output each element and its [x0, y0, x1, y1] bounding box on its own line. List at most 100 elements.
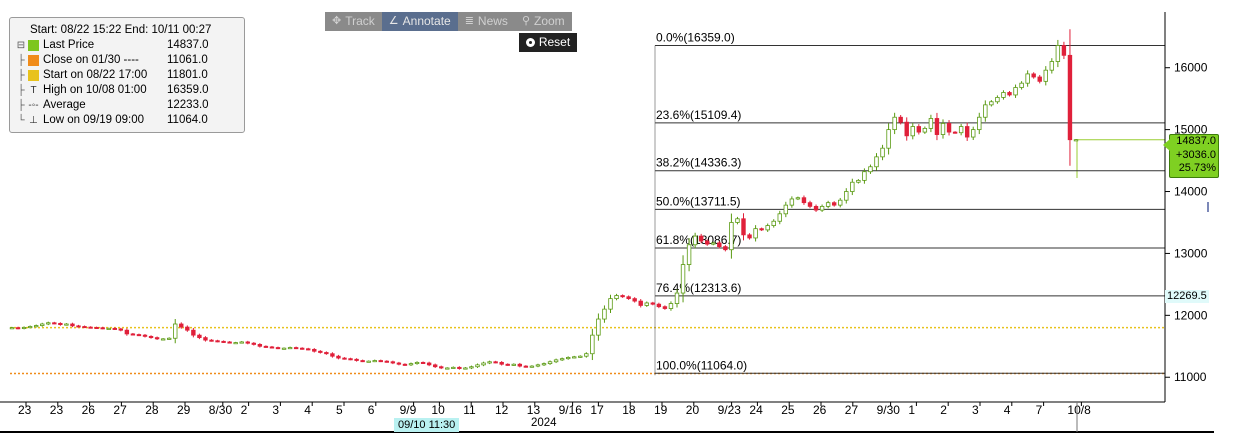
x-tick-label: 3 [272, 403, 279, 417]
candle-body [342, 357, 347, 360]
tree-connector-icon: ├ [17, 85, 25, 96]
candle-body [971, 129, 976, 138]
candle-body [892, 116, 897, 131]
legend-row[interactable]: ├ Start on 08/22 17:00 11801.0 [16, 68, 238, 83]
candle-body [281, 347, 287, 350]
candle-body [922, 127, 928, 133]
fib-level-label: 50.0%(13711.5) [656, 194, 741, 208]
fib-level-label: 100.0%(11064.0) [656, 358, 747, 372]
legend-label: Last Price [43, 39, 95, 51]
candle-body [644, 302, 649, 306]
candle-body [239, 341, 244, 344]
x-tick-label: 3 [972, 403, 979, 417]
x-tick-label: 17 [590, 403, 604, 417]
legend-row[interactable]: ├ -◦- Average 12233.0 [16, 98, 238, 113]
x-tick-label: 26 [813, 403, 827, 417]
tree-connector-icon: ├ [17, 100, 25, 111]
candle-body [656, 303, 662, 308]
legend-row[interactable]: ├ Close on 01/30 ---- 11061.0 [16, 53, 238, 68]
candle-body [686, 244, 692, 265]
candle-body [553, 359, 559, 363]
toolbar-button-track[interactable]: ✥ Track [325, 12, 382, 31]
fibonacci-retracement[interactable]: 0.0%(16359.0) 23.6%(15109.4) 38.2%(14336.3… [654, 30, 1165, 376]
candle-body [118, 328, 124, 331]
reset-button[interactable]: Reset [519, 33, 577, 52]
candle-body [493, 361, 498, 364]
x-tick-label: 24 [749, 403, 763, 417]
legend-row[interactable]: ├ T High on 10/08 01:00 16359.0 [16, 83, 238, 98]
legend-label: Average [43, 99, 86, 111]
candle-body [130, 333, 136, 336]
candle-body [505, 363, 510, 366]
legend-label: Low on 09/19 09:00 [43, 114, 145, 126]
toolbar-button-label: Track [345, 14, 375, 28]
x-tick-label: 10/8 [1067, 403, 1091, 417]
y-tick-label: 13000 [1174, 246, 1208, 260]
candle-body [547, 361, 553, 365]
candle-body [70, 323, 75, 327]
candle-body [1001, 92, 1006, 98]
candle-body [166, 337, 172, 340]
toolbar-button-news[interactable]: ≣ News [458, 12, 515, 31]
legend-row[interactable]: ⊟ Last Price 14837.0 [16, 38, 238, 53]
candle-body [831, 202, 837, 206]
chart-legend[interactable]: Start: 08/22 15:22 End: 10/11 00:27 ⊟ Las… [9, 17, 245, 133]
x-tick-label: 28 [145, 403, 159, 417]
candle-body [916, 126, 922, 133]
legend-row[interactable]: └ ⊥ Low on 09/19 09:00 11064.0 [16, 113, 238, 128]
candle-body [33, 325, 39, 328]
candle-body [154, 337, 160, 340]
candle-body [203, 337, 208, 341]
fib-level-label: 23.6%(15109.4) [656, 108, 741, 122]
candle-body [324, 352, 329, 355]
candle-body [233, 342, 238, 345]
last-price-value: 14837.0 [1176, 135, 1216, 147]
crosshair-icon: ✥ [332, 15, 342, 27]
fib-level-label: 61.8%(13086.7) [656, 233, 741, 247]
x-tick-label: 27 [845, 403, 859, 417]
candle-body [414, 361, 420, 365]
candle-body [995, 97, 1000, 103]
toolbar-button-annotate[interactable]: ∠ Annotate [381, 12, 458, 31]
candle-body [475, 364, 480, 368]
candle-body [529, 365, 535, 368]
candle-body [723, 246, 728, 251]
candle-body [705, 240, 710, 245]
candle-body [602, 308, 607, 320]
candle-body [82, 326, 87, 329]
candle-body [318, 350, 323, 353]
y-tick-label: 14000 [1174, 185, 1208, 199]
candle-body [729, 222, 734, 251]
toolbar-button-zoom[interactable]: ⚲ Zoom [515, 12, 572, 31]
candle-body [898, 116, 903, 123]
tree-connector-icon: ├ [17, 70, 25, 81]
candle-body [136, 334, 142, 337]
candle-body [499, 361, 504, 365]
legend-label: Start on 08/22 17:00 [43, 69, 148, 81]
candle-body [112, 327, 117, 330]
candle-body [457, 366, 462, 369]
candle-body [1061, 45, 1067, 56]
reference-lines [10, 139, 1165, 375]
tree-connector-icon: ⊟ [16, 40, 26, 51]
toolbar-button-label: Annotate [402, 14, 451, 28]
toolbar-button-label: News [477, 14, 508, 28]
x-tick-label: 5 [336, 403, 343, 417]
x-tick-label: 9/16 [559, 403, 583, 417]
candle-body [46, 322, 51, 325]
legend-value: 14837.0 [167, 39, 209, 51]
magnifier-icon: ⚲ [521, 15, 530, 27]
candle-body [517, 363, 523, 367]
candle-body [487, 361, 492, 364]
x-tick-label: 4 [1004, 403, 1011, 417]
fib-level-label: 0.0%(16359.0) [656, 30, 735, 44]
candle-body [862, 171, 867, 181]
candle-body [940, 123, 946, 135]
reset-icon [525, 38, 535, 47]
x-tick-label: 12 [495, 403, 509, 417]
candle-body [390, 361, 396, 364]
candle-body [535, 364, 541, 367]
x-tick-label: 13 [527, 403, 541, 417]
x-tick-label: 11 [463, 403, 476, 417]
candle-body [838, 199, 843, 206]
